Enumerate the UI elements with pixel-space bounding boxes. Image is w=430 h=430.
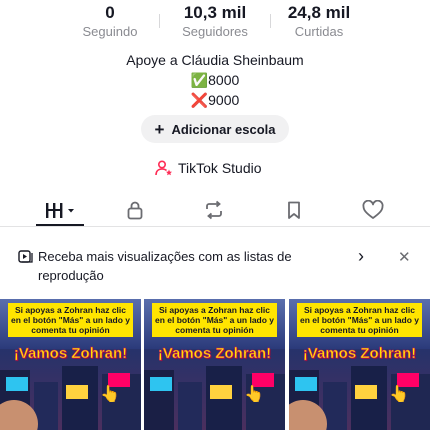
studio-person-icon [155, 160, 172, 176]
likes-count: 24,8 mil [287, 3, 351, 22]
likes-label: Curtidas [294, 24, 344, 39]
thumbnail-face [289, 400, 327, 430]
playlist-icon [18, 250, 33, 263]
thumbnail-face [0, 400, 38, 430]
following-stat[interactable]: 0 Seguindo [50, 2, 170, 40]
playlist-banner[interactable]: Receba mais visualizações com as listas … [0, 240, 430, 294]
chevron-right-icon[interactable]: › [358, 246, 364, 267]
video-thumbnail[interactable]: 👆 Si apoyas a Zohran haz clic en el botó… [289, 299, 430, 430]
add-school-button[interactable]: + Adicionar escola [141, 115, 289, 143]
thumbnail-billboard [355, 385, 377, 399]
video-grid: 👆 Si apoyas a Zohran haz clic en el botó… [0, 299, 430, 430]
close-icon[interactable]: ✕ [398, 248, 411, 266]
thumbnail-billboard [6, 377, 28, 391]
followers-stat[interactable]: 10,3 mil Seguidores [155, 2, 275, 40]
add-school-label: Adicionar escola [171, 121, 276, 137]
thumbnail-building [178, 382, 202, 430]
video-caption: Si apoyas a Zohran haz clic en el botón … [152, 303, 277, 337]
profile-bio: Apoye a Cláudia Sheinbaum ✅8000 ❌9000 [0, 50, 430, 110]
profile-tabs [0, 195, 430, 227]
followers-label: Seguidores [182, 24, 248, 39]
bio-line: ✅8000 [190, 72, 240, 88]
video-headline: ¡Vamos Zohran! [157, 345, 272, 363]
video-caption: Si apoyas a Zohran haz clic en el botón … [297, 303, 422, 337]
video-thumbnail[interactable]: 👆 Si apoyas a Zohran haz clic en el botó… [0, 299, 141, 430]
thumbnail-billboard [295, 377, 317, 391]
bookmark-icon [288, 201, 300, 219]
following-label: Seguindo [82, 24, 138, 39]
tab-liked[interactable] [353, 195, 393, 225]
tab-reposts[interactable] [194, 195, 234, 225]
video-caption: Si apoyas a Zohran haz clic en el botón … [8, 303, 133, 337]
pointing-hand-icon: 👆 [100, 386, 120, 403]
lock-icon [127, 201, 143, 220]
tab-videos[interactable] [40, 195, 80, 225]
tiktok-studio-link[interactable]: TikTok Studio [155, 157, 262, 179]
pointing-hand-icon: 👆 [244, 386, 264, 403]
profile-stats: 0 Seguindo 10,3 mil Seguidores 24,8 mil … [0, 0, 430, 44]
followers-count: 10,3 mil [183, 3, 247, 22]
thumbnail-billboard [150, 377, 172, 391]
following-count: 0 [105, 3, 115, 22]
thumbnail-billboard [210, 385, 232, 399]
bio-line: ❌9000 [190, 92, 240, 108]
videos-grid-icon [46, 203, 74, 218]
video-headline: ¡Vamos Zohran! [302, 345, 417, 363]
tab-private[interactable] [115, 195, 155, 225]
video-thumbnail[interactable]: 👆 Si apoyas a Zohran haz clic en el botó… [144, 299, 285, 430]
pointing-hand-icon: 👆 [389, 386, 409, 403]
bio-line: Apoye a Cláudia Sheinbaum [126, 52, 304, 68]
active-tab-indicator [36, 224, 84, 226]
heart-icon [362, 200, 384, 219]
banner-text: Receba mais visualizações com as listas … [38, 249, 292, 283]
thumbnail-billboard [66, 385, 88, 399]
tab-favorites[interactable] [274, 195, 314, 225]
repost-icon [206, 200, 222, 220]
plus-icon: + [154, 119, 165, 139]
studio-label: TikTok Studio [178, 160, 262, 176]
video-headline: ¡Vamos Zohran! [13, 345, 128, 363]
likes-stat[interactable]: 24,8 mil Curtidas [259, 2, 379, 40]
